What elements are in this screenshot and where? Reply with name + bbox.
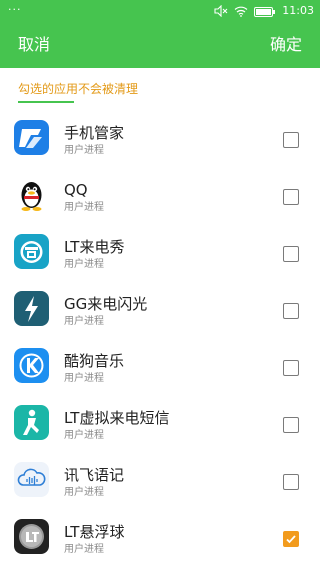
app-process-type: 用户进程 [64,259,104,270]
app-process-type: 用户进程 [64,145,104,156]
list-item[interactable]: LT悬浮球 用户进程 [0,507,320,564]
app-process-type: 用户进程 [64,373,104,384]
status-bar: ··· 11:03 [0,0,320,22]
running-person-icon [14,405,49,440]
wifi-icon [234,2,248,21]
app-process-type: 用户进程 [64,430,104,441]
app-name: 手机管家 [64,124,125,142]
list-item[interactable]: LT来电秀 用户进程 [0,222,320,279]
floating-ball-icon [14,519,49,554]
keep-checkbox[interactable] [283,132,299,148]
app-name: GG来电闪光 [64,295,148,313]
phone-manager-icon [14,120,49,155]
list-item[interactable]: 酷狗音乐 用户进程 [0,336,320,393]
keep-checkbox[interactable] [283,417,299,433]
mute-icon [214,2,228,21]
kugou-music-icon [14,348,49,383]
keep-checkbox[interactable] [283,360,299,376]
app-process-type: 用户进程 [64,544,104,555]
notification-dots: ··· [8,3,22,16]
qq-penguin-icon [14,177,49,212]
section-underline [18,101,74,103]
clock: 11:03 [282,4,314,17]
keep-checkbox[interactable] [283,303,299,319]
list-item[interactable]: GG来电闪光 用户进程 [0,279,320,336]
lightning-icon [14,291,49,326]
section-title: 勾选的应用不会被清理 [18,82,139,96]
section-header: 勾选的应用不会被清理 [0,68,320,108]
cancel-button[interactable]: 取消 [18,22,50,68]
list-item[interactable]: QQ 用户进程 [0,165,320,222]
confirm-button[interactable]: 确定 [270,22,302,68]
app-process-type: 用户进程 [64,202,104,213]
keep-checkbox[interactable] [283,474,299,490]
cloud-voice-icon [14,462,49,497]
app-bar: 取消 确定 [0,22,320,68]
app-name: 酷狗音乐 [64,352,125,370]
app-name: 讯飞语记 [64,466,125,484]
app-name: LT来电秀 [64,238,125,256]
keep-checkbox[interactable] [283,246,299,262]
list-item[interactable]: 讯飞语记 用户进程 [0,450,320,507]
app-name: LT虚拟来电短信 [64,409,170,427]
app-list: 手机管家 用户进程 QQ 用户进程 LT来电秀 用户进程 GG来电闪光 用户进程… [0,108,320,564]
list-item[interactable]: LT虚拟来电短信 用户进程 [0,393,320,450]
app-name: QQ [64,181,88,199]
lt-call-show-icon [14,234,49,269]
battery-icon [254,2,276,21]
app-name: LT悬浮球 [64,523,125,541]
app-process-type: 用户进程 [64,316,104,327]
keep-checkbox[interactable] [283,189,299,205]
checkmark-icon [286,535,296,544]
list-item[interactable]: 手机管家 用户进程 [0,108,320,165]
app-process-type: 用户进程 [64,487,104,498]
status-icons: 11:03 [214,3,314,19]
keep-checkbox-checked[interactable] [283,531,299,547]
